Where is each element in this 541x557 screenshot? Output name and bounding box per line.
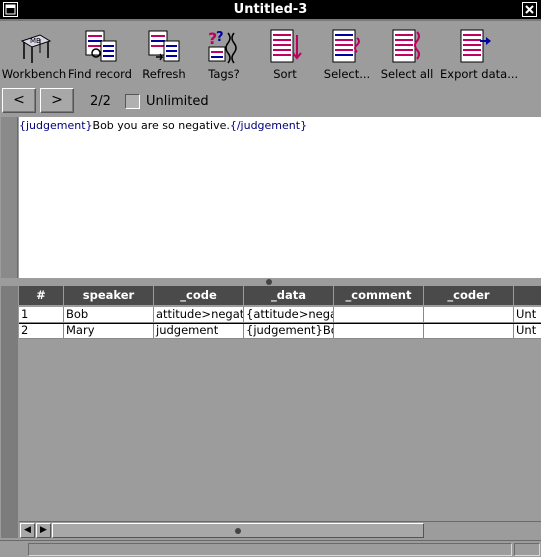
column-header-code[interactable]: _code bbox=[154, 286, 244, 305]
previous-record-button[interactable]: < bbox=[2, 88, 36, 113]
row-number-cell: 2 bbox=[19, 323, 64, 339]
svg-text:?: ? bbox=[216, 30, 224, 45]
data-cell[interactable]: {judgement}Bo bbox=[244, 323, 334, 339]
window-title: Untitled-3 bbox=[233, 2, 308, 17]
refresh-label: Refresh bbox=[142, 67, 186, 81]
column-header-extra[interactable] bbox=[514, 286, 541, 305]
scroll-thumb-grip-icon bbox=[235, 528, 241, 534]
text-pane: {judgement}Bob you are so negative.{/jud… bbox=[0, 117, 541, 280]
coder-cell[interactable] bbox=[424, 307, 514, 323]
tags-button[interactable]: ? ? Tags? bbox=[198, 25, 250, 81]
select-all-button[interactable]: Select all bbox=[380, 25, 434, 81]
select-all-icon bbox=[389, 27, 425, 65]
text-gutter bbox=[1, 117, 18, 278]
table-row[interactable]: 1 Bob attitude>negati {attitude>negat Un… bbox=[19, 307, 541, 323]
code-cell[interactable]: attitude>negati bbox=[154, 307, 244, 323]
svg-text:MB: MB bbox=[30, 37, 41, 45]
export-data-icon bbox=[458, 27, 494, 65]
scroll-thumb[interactable] bbox=[52, 523, 424, 538]
extra-cell[interactable]: Unt bbox=[514, 323, 541, 339]
status-bar bbox=[0, 540, 541, 557]
tags-label: Tags? bbox=[208, 67, 240, 81]
scroll-right-icon[interactable]: ▶ bbox=[36, 523, 51, 538]
extra-cell[interactable]: Unt bbox=[514, 307, 541, 323]
sort-icon bbox=[267, 27, 303, 65]
select-label: Select... bbox=[323, 67, 371, 81]
close-tag: {/judgement} bbox=[229, 119, 308, 132]
grid-header: # speaker _code _data _comment _coder bbox=[19, 286, 541, 305]
coder-cell[interactable] bbox=[424, 323, 514, 339]
resize-grip-icon[interactable] bbox=[514, 543, 540, 556]
column-header-number[interactable]: # bbox=[19, 286, 64, 305]
column-header-speaker[interactable]: speaker bbox=[64, 286, 154, 305]
tags-icon: ? ? bbox=[206, 27, 242, 65]
speaker-cell[interactable]: Mary bbox=[64, 323, 154, 339]
column-header-data[interactable]: _data bbox=[244, 286, 334, 305]
horizontal-scrollbar[interactable]: ◀ ▶ bbox=[19, 521, 541, 538]
select-icon bbox=[329, 27, 365, 65]
grid-gutter bbox=[1, 286, 18, 538]
export-data-button[interactable]: Export data... bbox=[440, 25, 519, 81]
find-record-label: Find record bbox=[68, 67, 132, 81]
data-grid: # speaker _code _data _comment _coder 1 … bbox=[0, 286, 541, 540]
find-record-button[interactable]: Find record bbox=[68, 25, 132, 81]
open-tag: {judgement} bbox=[19, 119, 93, 132]
record-counter: 2/2 bbox=[90, 94, 111, 109]
next-record-button[interactable]: > bbox=[40, 88, 74, 113]
workbench-button[interactable]: MB Workbench bbox=[0, 25, 68, 81]
unlimited-label: Unlimited bbox=[146, 94, 209, 109]
column-header-comment[interactable]: _comment bbox=[334, 286, 424, 305]
sort-button[interactable]: Sort bbox=[262, 25, 308, 81]
toolbar: MB Workbench Find record Refresh ? ? Tag… bbox=[0, 21, 541, 83]
refresh-button[interactable]: Refresh bbox=[136, 25, 192, 81]
refresh-icon bbox=[146, 27, 182, 65]
code-cell[interactable]: judgement bbox=[154, 323, 244, 339]
workbench-label: Workbench bbox=[1, 67, 67, 81]
workbench-icon: MB bbox=[16, 27, 52, 65]
status-field bbox=[28, 543, 512, 556]
sort-label: Sort bbox=[273, 67, 297, 81]
export-data-label: Export data... bbox=[440, 67, 519, 81]
data-cell[interactable]: {attitude>negat bbox=[244, 307, 334, 323]
record-text-editor[interactable]: {judgement}Bob you are so negative.{/jud… bbox=[19, 117, 541, 278]
unlimited-checkbox[interactable] bbox=[125, 94, 140, 109]
title-bar: Untitled-3 bbox=[0, 0, 541, 21]
comment-cell[interactable] bbox=[334, 323, 424, 339]
close-icon[interactable] bbox=[522, 2, 537, 17]
select-button[interactable]: Select... bbox=[320, 25, 374, 81]
table-row[interactable]: 2 Mary judgement {judgement}Bo Unt bbox=[19, 323, 541, 339]
record-text: Bob you are so negative. bbox=[92, 119, 230, 132]
scroll-left-icon[interactable]: ◀ bbox=[20, 523, 35, 538]
column-header-coder[interactable]: _coder bbox=[424, 286, 514, 305]
row-separator bbox=[19, 323, 541, 324]
speaker-cell[interactable]: Bob bbox=[64, 307, 154, 323]
find-record-icon bbox=[83, 27, 119, 65]
pane-splitter-handle[interactable] bbox=[266, 279, 272, 285]
select-all-label: Select all bbox=[380, 67, 434, 81]
comment-cell[interactable] bbox=[334, 307, 424, 323]
row-number-cell: 1 bbox=[19, 307, 64, 323]
